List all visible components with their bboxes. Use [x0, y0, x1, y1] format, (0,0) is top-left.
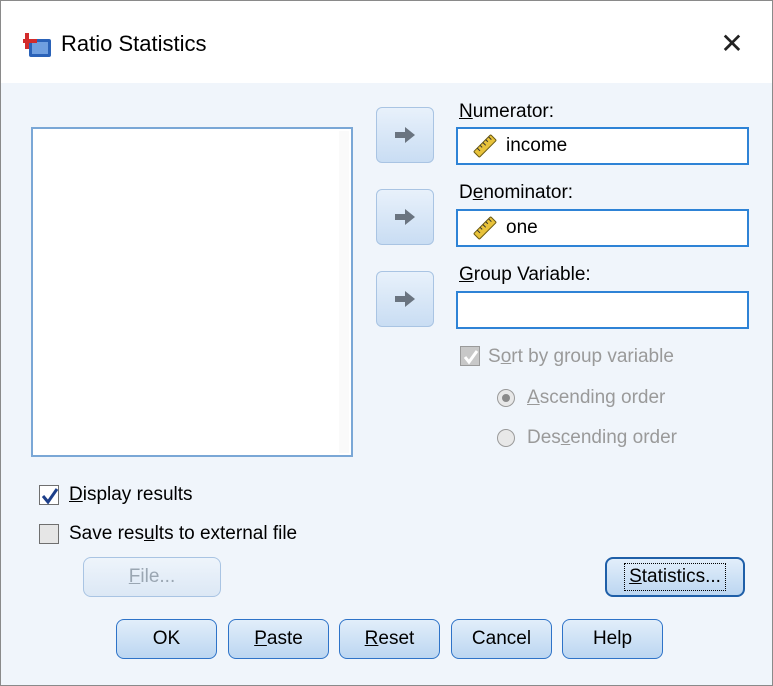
cancel-button[interactable]: Cancel [451, 619, 552, 659]
group-variable-field[interactable] [456, 291, 749, 329]
numerator-label: Numerator: [459, 101, 555, 122]
source-list-scrollbar[interactable] [339, 131, 349, 453]
ascending-order-radio[interactable] [497, 389, 515, 407]
ok-button[interactable]: OK [116, 619, 217, 659]
file-button[interactable]: File... [83, 557, 221, 597]
display-results-checkbox[interactable] [39, 485, 59, 505]
denominator-variable-name: one [506, 217, 538, 238]
descending-order-radio[interactable] [497, 429, 515, 447]
save-results-label: Save results to external file [69, 523, 298, 544]
right-arrow-icon [395, 127, 415, 143]
checkmark-icon [463, 350, 479, 365]
numerator-field[interactable]: income [456, 127, 749, 165]
ascending-order-label: Ascending order [527, 387, 666, 408]
denominator-field[interactable]: one [456, 209, 749, 247]
focus-ring: Statistics... [624, 563, 726, 591]
source-variable-list[interactable] [31, 127, 353, 457]
group-variable-label: Group Variable: [459, 264, 591, 285]
scale-ruler-icon [473, 216, 497, 240]
numerator-variable-name: income [506, 135, 568, 156]
ratio-statistics-dialog: Ratio Statistics ✕ Numerator: income Den… [0, 0, 773, 686]
close-button[interactable]: ✕ [712, 23, 752, 63]
right-arrow-icon [395, 291, 415, 307]
ratio-statistics-app-icon [23, 31, 53, 59]
help-button[interactable]: Help [562, 619, 663, 659]
sort-by-group-label: Sort by group variable [488, 346, 674, 367]
descending-order-label: Descending order [527, 427, 677, 448]
sort-by-group-checkbox[interactable] [460, 346, 480, 366]
display-results-label: Display results [69, 484, 193, 505]
close-icon: ✕ [720, 27, 744, 59]
reset-button[interactable]: Reset [339, 619, 440, 659]
paste-button[interactable]: Paste [228, 619, 329, 659]
move-to-denominator-button[interactable] [376, 189, 434, 245]
move-to-numerator-button[interactable] [376, 107, 434, 163]
statistics-button[interactable]: Statistics... [605, 557, 745, 597]
move-to-group-variable-button[interactable] [376, 271, 434, 327]
checkmark-icon [41, 488, 59, 505]
save-results-checkbox[interactable] [39, 524, 59, 544]
title-bar: Ratio Statistics ✕ [1, 1, 772, 83]
scale-ruler-icon [473, 134, 497, 158]
radio-selected-dot [502, 394, 510, 402]
denominator-label: Denominator: [459, 182, 574, 203]
right-arrow-icon [395, 209, 415, 225]
window-title: Ratio Statistics [61, 31, 207, 56]
